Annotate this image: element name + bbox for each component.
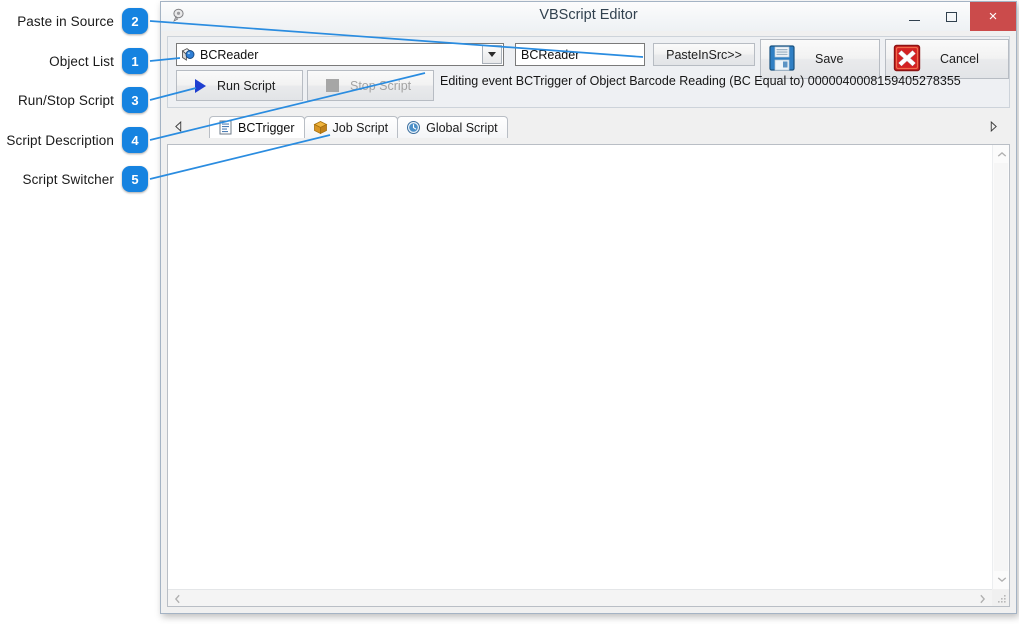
save-label: Save	[815, 52, 844, 66]
cancel-button[interactable]: Cancel	[885, 39, 1009, 79]
red-x-icon	[892, 43, 922, 76]
minimize-icon	[909, 19, 920, 21]
vertical-scroll-track[interactable]	[994, 163, 1008, 571]
stop-script-button[interactable]: Stop Script	[307, 70, 434, 101]
package-box-icon	[313, 120, 328, 135]
editor-toolbar: BCReader BCReader PasteInSrc>> Save Canc…	[167, 36, 1010, 108]
cancel-label: Cancel	[940, 52, 979, 66]
maximize-button[interactable]	[933, 2, 970, 31]
run-script-label: Run Script	[217, 78, 276, 93]
paste-source-name-field[interactable]: BCReader	[515, 43, 645, 66]
run-script-button[interactable]: Run Script	[176, 70, 303, 101]
floppy-disk-icon	[767, 43, 797, 76]
tab-scroll-right-button[interactable]	[986, 118, 1000, 134]
paste-source-name-value: BCReader	[521, 47, 580, 62]
stop-script-label: Stop Script	[350, 78, 412, 93]
tab-global-script[interactable]: Global Script	[397, 116, 508, 138]
annotation-callout-3: Run/Stop Script 3	[10, 87, 148, 113]
script-editor-textarea[interactable]	[168, 145, 992, 589]
tab-label: Global Script	[426, 120, 498, 135]
tab-job-script[interactable]: Job Script	[303, 116, 399, 138]
chevron-up-icon[interactable]	[993, 147, 1010, 162]
annotation-badge: 1	[122, 48, 148, 74]
stop-square-icon	[326, 79, 339, 92]
annotation-label: Script Description	[6, 132, 114, 148]
globe-clock-icon	[406, 120, 421, 135]
chevron-right-icon[interactable]	[975, 590, 990, 607]
title-bar: VBScript Editor ×	[161, 2, 1016, 32]
maximize-icon	[946, 11, 957, 22]
screenshot-root: Paste in Source 2 Object List 1 Run/Stop…	[0, 0, 1019, 624]
vbscript-editor-window: VBScript Editor × BCReader BCReader Past…	[160, 1, 1017, 614]
close-icon: ×	[988, 8, 998, 25]
script-description: Editing event BCTrigger of Object Barcod…	[440, 74, 961, 88]
object-icon	[180, 47, 196, 63]
script-switcher-tabs: BCTrigger Job Script Global Script	[167, 114, 1010, 138]
window-title: VBScript Editor	[539, 7, 638, 23]
object-list-value: BCReader	[200, 47, 259, 62]
minimize-button[interactable]	[896, 2, 933, 31]
chevron-down-icon[interactable]	[482, 45, 502, 64]
annotation-label: Paste in Source	[17, 13, 114, 29]
annotation-callout-2: Paste in Source 2	[10, 8, 148, 34]
annotation-label: Run/Stop Script	[17, 92, 114, 108]
editor-horizontal-scrollbar[interactable]	[168, 589, 992, 606]
object-list-combobox[interactable]: BCReader	[176, 43, 504, 66]
annotation-callout-1: Object List 1	[10, 48, 148, 74]
tab-label: BCTrigger	[238, 120, 295, 135]
annotation-callout-4: Script Description 4	[4, 127, 148, 153]
paste-in-source-label: PasteInSrc>>	[666, 47, 742, 62]
tab-bctrigger[interactable]: BCTrigger	[209, 116, 305, 138]
resize-grip-icon	[998, 595, 1006, 603]
paste-in-source-button[interactable]: PasteInSrc>>	[653, 43, 755, 66]
editor-vertical-scrollbar[interactable]	[992, 145, 1009, 589]
tab-scroll-left-button[interactable]	[171, 118, 185, 134]
save-button[interactable]: Save	[760, 39, 880, 79]
triangle-left-icon	[174, 120, 181, 132]
annotation-badge: 3	[122, 87, 148, 113]
play-icon	[195, 78, 206, 93]
annotation-badge: 5	[122, 166, 148, 192]
chevron-down-icon[interactable]	[993, 572, 1010, 587]
annotation-badge: 4	[122, 127, 148, 153]
annotation-badge: 2	[122, 8, 148, 34]
window-client-area: BCReader BCReader PasteInSrc>> Save Canc…	[161, 31, 1016, 613]
window-controls: ×	[896, 2, 1016, 31]
tab-label: Job Script	[332, 120, 389, 135]
triangle-right-icon	[990, 120, 997, 132]
tab-list: BCTrigger Job Script Global Script	[209, 114, 508, 138]
script-editor-panel	[167, 144, 1010, 607]
close-button[interactable]: ×	[970, 2, 1016, 31]
annotation-label: Object List	[49, 53, 114, 69]
script-document-icon	[218, 120, 233, 135]
resize-grip[interactable]	[992, 589, 1009, 606]
annotation-label: Script Switcher	[22, 171, 114, 187]
chevron-left-icon[interactable]	[170, 590, 185, 607]
triangle-down-glyph	[488, 52, 496, 57]
annotation-callout-5: Script Switcher 5	[10, 166, 148, 192]
